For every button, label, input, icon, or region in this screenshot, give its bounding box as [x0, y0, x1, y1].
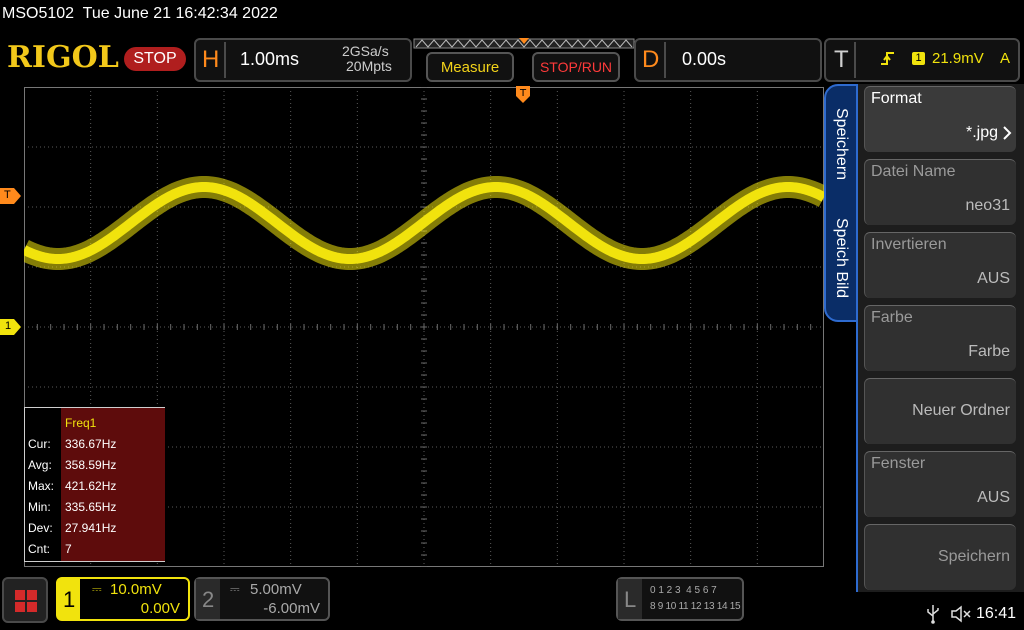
logic-channel-row1: 0 1 2 3 4 5 6 7 [650, 585, 717, 596]
channel2-box[interactable]: 2 ⎓ 5.00mV -6.00mV [194, 577, 330, 621]
horizontal-timebase-box[interactable]: H 1.00ms 2GSa/s 20Mpts [194, 38, 412, 82]
measurement-value: 27.941Hz [65, 521, 117, 535]
measure-button[interactable]: Measure [426, 52, 514, 82]
status-line: MSO5102 Tue June 21 16:42:34 2022 [2, 5, 278, 22]
menu-item-value: *.jpg [965, 124, 998, 141]
tab-speich-bild[interactable]: Speich Bild [832, 218, 850, 298]
channel2-number: 2 [202, 587, 215, 612]
measurement-value: 335.65Hz [65, 500, 117, 514]
usb-icon [927, 605, 939, 624]
menu-item-format[interactable]: Format *.jpg [864, 86, 1016, 152]
divider [224, 42, 226, 78]
menu-item-value: neo31 [965, 197, 1011, 214]
measurement-label: Min: [28, 500, 51, 514]
menu-item-label: Fenster [871, 455, 926, 472]
menu-item-label: Farbe [871, 309, 913, 326]
tab-speichern[interactable]: Speichern [832, 108, 850, 180]
app-launcher-button[interactable] [2, 577, 48, 623]
channel1-offset: 0.00V [140, 600, 180, 617]
menu-item-farbe[interactable]: Farbe Farbe [864, 305, 1016, 371]
logic-letter: L [624, 587, 637, 612]
dc-coupling-icon: ⎓ [92, 582, 102, 596]
channel2-offset: -6.00mV [263, 600, 320, 617]
save-menu-panel: Format *.jpg Datei Name neo31 Invertiere… [856, 84, 1024, 592]
trigger-level: 21.9mV [932, 50, 984, 67]
rigol-logo: RIGOL [7, 40, 119, 75]
sample-rate: 2GSa/s [342, 43, 389, 59]
measurement-label: Avg: [28, 458, 52, 472]
channel1-number: 1 [63, 587, 76, 612]
measurement-label: Cnt: [28, 542, 51, 556]
measurement-label: Cur: [28, 437, 51, 451]
logic-channel-row2: 8 9 10 11 12 13 14 15 [650, 601, 741, 612]
logic-channels-box[interactable]: L 0 1 2 3 4 5 6 7 8 9 10 11 12 13 14 15 [616, 577, 744, 621]
grid-menu-icon [15, 590, 37, 612]
rising-edge-icon [881, 52, 894, 65]
menu-item-value: AUS [977, 489, 1010, 506]
menu-item-invertieren[interactable]: Invertieren AUS [864, 232, 1016, 298]
memory-depth: 20Mpts [346, 58, 392, 74]
run-state-badge[interactable]: STOP [124, 47, 186, 71]
delay-box[interactable]: D 0.00s [634, 38, 822, 82]
dc-coupling-icon: ⎓ [230, 582, 240, 596]
svg-text:T: T [519, 88, 527, 99]
trigger-position-icon: T [516, 86, 530, 103]
stop-run-button[interactable]: STOP/RUN [532, 52, 620, 82]
chevron-right-icon [1003, 126, 1012, 140]
measurement-title: Freq1 [65, 416, 97, 430]
measurement-value: 421.62Hz [65, 479, 117, 493]
horizontal-letter: H [202, 46, 220, 73]
menu-item-value: Neuer Ordner [912, 402, 1010, 419]
divider [854, 42, 856, 78]
clock-time: 16:41 [976, 605, 1017, 622]
channel1-ground-marker: 1 [0, 319, 22, 335]
menu-item-label: Datei Name [871, 163, 956, 180]
menu-item-value: Speichern [937, 548, 1010, 565]
delay-letter: D [642, 46, 660, 73]
speaker-muted-icon[interactable] [950, 605, 972, 623]
side-tab-group: Speichern Speich Bild [824, 84, 858, 322]
menu-item-fenster[interactable]: Fenster AUS [864, 451, 1016, 517]
measurement-label: Max: [28, 479, 55, 493]
measurement-value: 358.59Hz [65, 458, 117, 472]
measurement-value: 336.67Hz [65, 437, 117, 451]
channel1-scale: 10.0mV [110, 581, 162, 598]
menu-item-speichern[interactable]: Speichern [864, 524, 1016, 590]
trigger-box[interactable]: T 1 21.9mV A [824, 38, 1020, 82]
measurement-label: Dev: [28, 521, 53, 535]
menu-item-label: Format [871, 90, 922, 107]
menu-item-value: AUS [977, 270, 1010, 287]
menu-item-datei-name[interactable]: Datei Name neo31 [864, 159, 1016, 225]
measurement-value: 7 [65, 542, 72, 556]
measure-button-label: Measure [440, 59, 500, 76]
measurement-panel: Freq1 Cur: 336.67Hz Avg: 358.59Hz Max: 4… [24, 407, 165, 562]
menu-item-label: Invertieren [871, 236, 947, 253]
trigger-letter: T [834, 46, 849, 73]
channel2-scale: 5.00mV [250, 581, 302, 598]
menu-item-neuer-ordner[interactable]: Neuer Ordner [864, 378, 1016, 444]
menu-item-value: Farbe [968, 343, 1010, 360]
trigger-source-badge: 1 [912, 52, 925, 65]
trigger-level-marker: T [0, 188, 22, 204]
timebase-value: 1.00ms [240, 49, 300, 69]
divider [664, 42, 666, 78]
stop-run-button-label: STOP/RUN [539, 59, 613, 75]
channel1-box[interactable]: 1 ⎓ 10.0mV 0.00V [56, 577, 190, 621]
memory-position-bar [413, 38, 635, 49]
trigger-coupling: A [1000, 50, 1011, 67]
delay-value: 0.00s [682, 49, 727, 69]
